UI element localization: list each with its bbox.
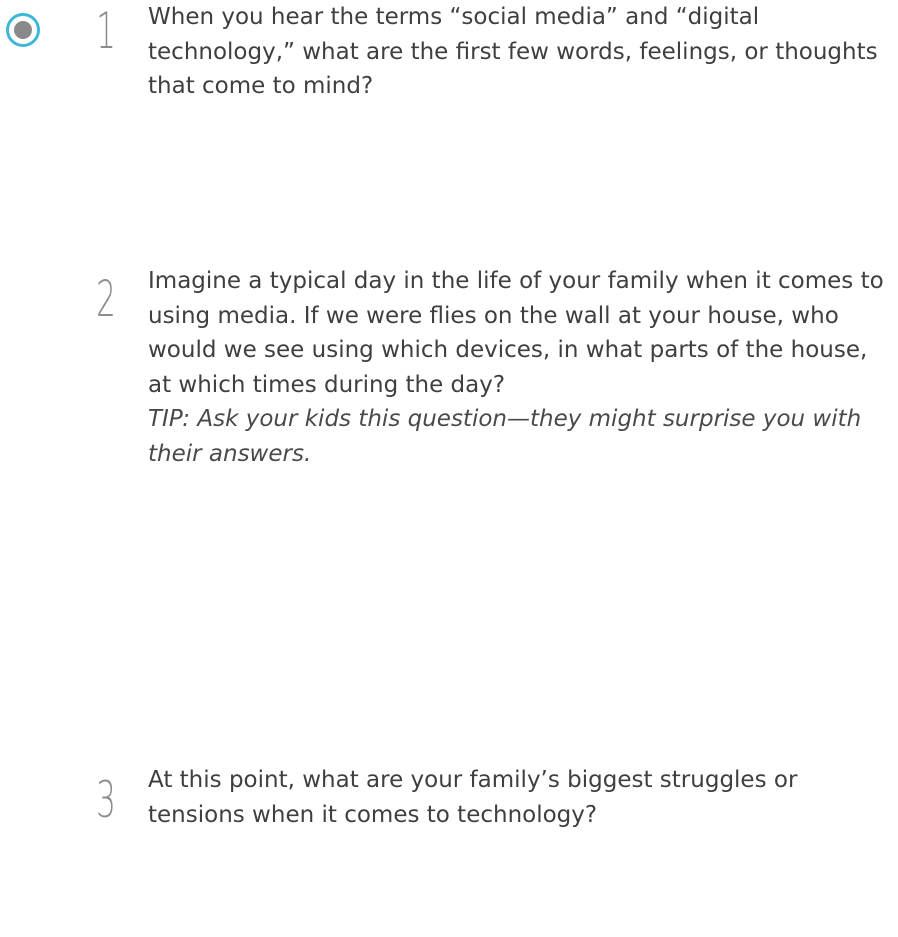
question-number: 1: [96, 2, 116, 60]
question-tip: TIP: Ask your kids this question—they mi…: [148, 406, 862, 467]
question-text: Imagine a typical day in the life of you…: [148, 268, 884, 398]
question-text: When you hear the terms “social media” a…: [148, 4, 878, 99]
question-text: At this point, what are your family’s bi…: [148, 767, 798, 828]
question-body: Imagine a typical day in the life of you…: [148, 264, 893, 471]
radio-selected-icon[interactable]: [5, 12, 41, 48]
question-number: 3: [96, 771, 116, 829]
question-number: 2: [96, 270, 116, 328]
